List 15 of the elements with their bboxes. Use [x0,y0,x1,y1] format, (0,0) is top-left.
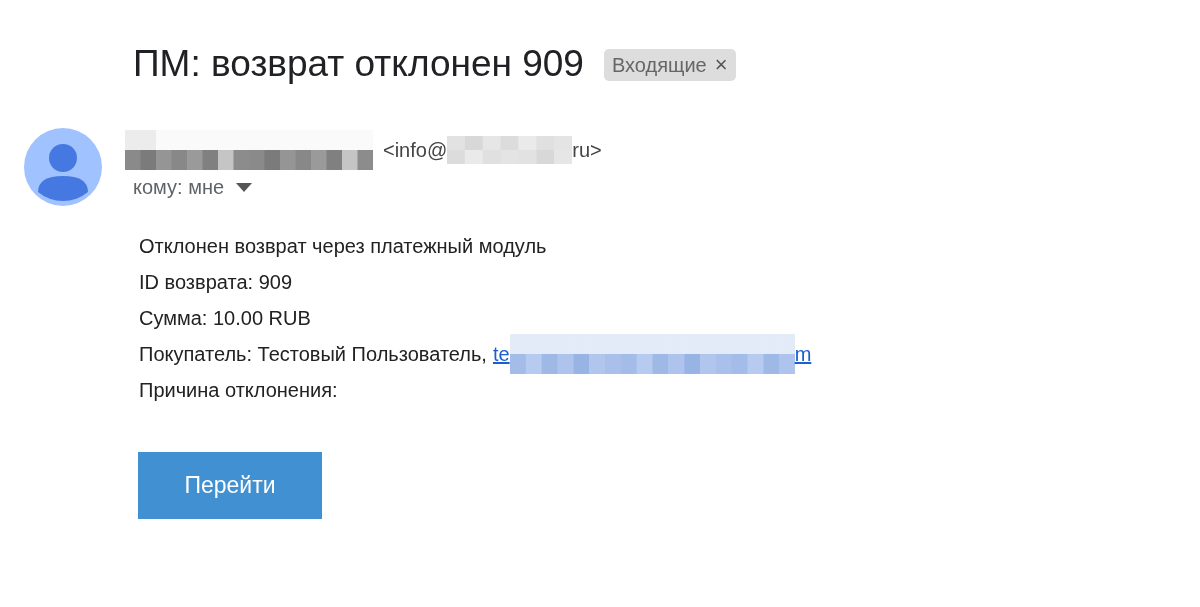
email-subject: ПМ: возврат отклонен 909 [133,42,584,86]
body-text: ID возврата: 909 [139,270,293,295]
avatar-icon [24,128,102,206]
email-link[interactable]: m [794,336,812,372]
body-text: Отклонен возврат через платежный модуль [139,234,548,259]
sender-email: ru> [572,138,602,163]
body-text: Причина отклонения: [139,378,339,403]
email-link[interactable]: te [492,336,510,372]
label-text: Входящие [611,53,707,78]
close-button[interactable]: × [714,54,728,76]
go-button[interactable]: Перейти [138,452,322,519]
body-text: Покупатель: Тестовый Пользователь, [139,342,487,367]
recipient-dropdown[interactable]: кому: мне [133,170,253,204]
body-text: Сумма: 10.00 RUB [139,306,312,331]
sender-email: <info@ [383,138,448,163]
